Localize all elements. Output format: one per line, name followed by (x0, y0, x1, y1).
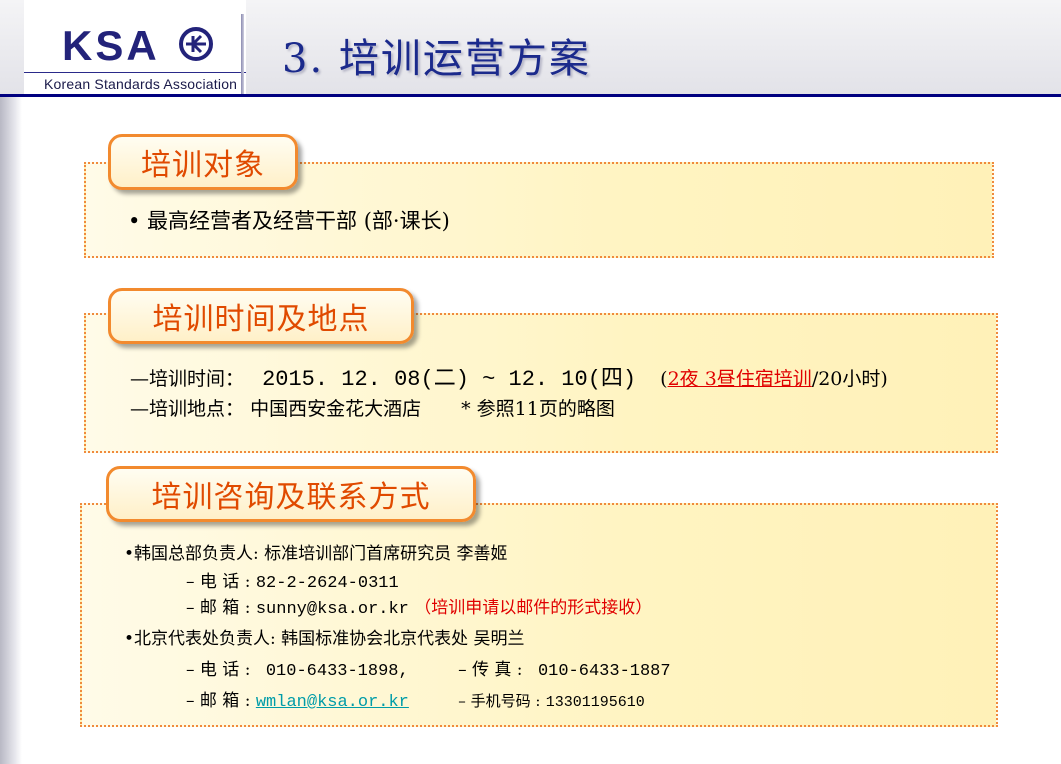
header-divider (241, 14, 244, 96)
beijing-fax-value: 010-6433-1887 (537, 662, 671, 681)
korea-contact: •韩国总部负责人: 标准培训部门首席研究员 李善姬 (124, 544, 508, 564)
training-time-label: —培训时间： (130, 368, 245, 390)
training-time-note-open: ( (660, 368, 668, 390)
logo-divider (24, 72, 246, 73)
beijing-mobile-value: 13301195610 (545, 694, 645, 711)
beijing-phone-row: – 电 话 : 010-6433-1898, – 传 真 : 010-6433-… (186, 655, 671, 681)
beijing-fax-label: – 传 真 : (458, 660, 523, 680)
page-title: 3. 培训运营方案 (282, 36, 591, 82)
training-place-row: —培训地点： 中国西安金花大酒店 * 参照11页的略图 (130, 394, 615, 421)
training-time-note-red: 2夜 3昼住宿培训 (667, 368, 812, 390)
korea-phone-value: 82-2-2624-0311 (255, 574, 399, 593)
korea-email-value[interactable]: sunny@ksa.or.kr (256, 600, 409, 619)
training-place-note: * 参照11页的略图 (461, 398, 615, 420)
training-time-value: 2015. 12. 08(二) ~ 12. 10(四) (262, 367, 637, 392)
header-rule (0, 94, 1061, 97)
korea-email-label: – 邮 箱 : (186, 598, 251, 618)
beijing-email-row: – 邮 箱 : wmlan@ksa.or.kr – 手机号码 : 1330119… (186, 686, 645, 712)
training-place-value: 中国西安金花大酒店 (250, 398, 422, 420)
target-item: • 最高经营者及经营干部 (部·课长) (128, 209, 450, 233)
section-time-place-tag: 培训时间及地点 (108, 288, 414, 344)
training-time-note-rest: /20小时) (811, 368, 888, 390)
beijing-phone-value: 010-6433-1898, (265, 662, 409, 681)
training-place-label: —培训地点： (130, 398, 245, 420)
left-gradient-strip (0, 0, 22, 764)
section-target-tag: 培训对象 (108, 134, 298, 190)
logo-subtitle: Korean Standards Association (44, 76, 238, 92)
logo-text: KSA (62, 22, 160, 69)
korea-email-note: （培训申请以邮件的形式接收） (414, 598, 653, 618)
training-time-row: —培训时间： 2015. 12. 08(二) ~ 12. 10(四) (2夜 3… (130, 360, 888, 392)
beijing-mobile-label: – 手机号码 : (458, 692, 541, 710)
beijing-phone-label: – 电 话 : (186, 660, 251, 680)
korea-email-row: – 邮 箱 : sunny@ksa.or.kr （培训申请以邮件的形式接收） (186, 593, 652, 619)
beijing-email-label: – 邮 箱 : (186, 691, 251, 711)
beijing-contact: •北京代表处负责人: 韩国标准协会北京代表处 吴明兰 (124, 629, 525, 649)
section-contact-tag: 培训咨询及联系方式 (106, 466, 476, 522)
korea-phone-row: – 电 话 : 82-2-2624-0311 (186, 567, 399, 593)
beijing-email-link[interactable]: wmlan@ksa.or.kr (256, 693, 409, 712)
ksa-emblem-icon (179, 27, 213, 61)
korea-phone-label: – 电 话 : (186, 572, 251, 592)
